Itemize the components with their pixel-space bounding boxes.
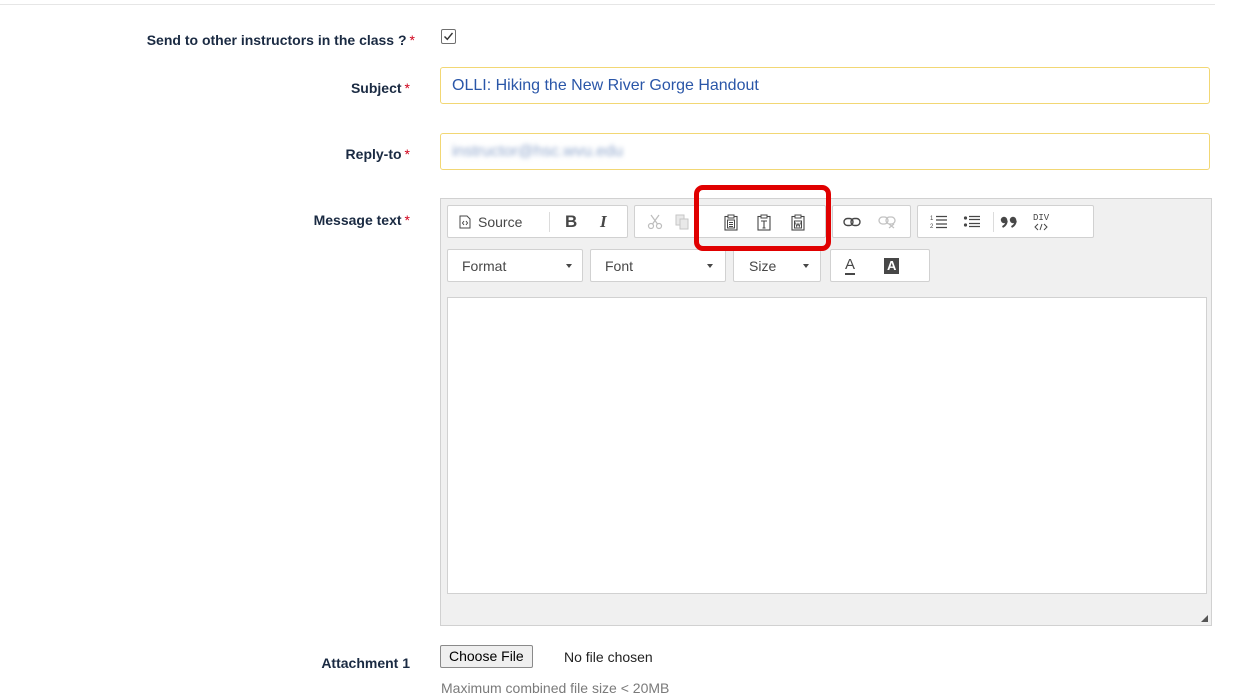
required-mark: * — [404, 80, 410, 96]
link-button[interactable] — [843, 210, 861, 234]
reply-to-label: Reply-to * — [250, 146, 410, 162]
reply-to-label-text: Reply-to — [345, 146, 402, 162]
file-status: No file chosen — [564, 649, 653, 665]
format-dropdown[interactable]: Format — [447, 249, 583, 282]
choose-file-button[interactable]: Choose File — [440, 645, 533, 668]
required-mark: * — [409, 32, 415, 48]
format-label: Format — [462, 258, 507, 274]
numbered-list-button[interactable]: 1 2 — [930, 210, 948, 234]
attachment-label-text: Attachment 1 — [321, 655, 410, 671]
background-color-button[interactable]: A — [884, 254, 903, 278]
text-color-button[interactable]: A — [845, 254, 859, 278]
attachment-label: Attachment 1 — [250, 655, 410, 671]
annotation-highlight-box — [694, 185, 831, 251]
numbered-list-icon: 1 2 — [930, 215, 947, 230]
size-label: Size — [749, 258, 777, 274]
italic-button[interactable]: I — [600, 210, 607, 234]
toolbar-separator — [549, 212, 550, 232]
code-brackets-icon — [1034, 223, 1048, 230]
source-button[interactable]: Source — [458, 210, 522, 234]
copy-icon — [675, 214, 689, 230]
cut-button[interactable] — [647, 210, 663, 234]
bold-button[interactable]: B — [565, 210, 577, 234]
copy-button[interactable] — [675, 210, 689, 234]
bulleted-list-button[interactable] — [963, 210, 981, 234]
svg-text:1: 1 — [930, 216, 934, 222]
font-label: Font — [605, 258, 634, 274]
scissors-icon — [647, 214, 663, 230]
chevron-down-icon — [707, 264, 713, 268]
send-instructors-label-text: Send to other instructors in the class ? — [146, 32, 407, 48]
message-body-editable[interactable] — [447, 297, 1207, 594]
file-size-hint: Maximum combined file size < 20MB — [441, 680, 670, 696]
chevron-down-icon — [803, 264, 809, 268]
div-glyph: DIV — [1033, 212, 1050, 223]
link-icon — [843, 217, 861, 227]
top-divider — [0, 4, 1215, 5]
message-label: Message text * — [250, 212, 410, 228]
bulleted-list-icon — [963, 215, 980, 228]
size-dropdown[interactable]: Size — [733, 249, 821, 282]
resize-handle-icon[interactable] — [1201, 615, 1208, 622]
subject-label: Subject * — [250, 80, 410, 96]
unlink-icon — [878, 216, 896, 229]
rich-text-editor: Source B I 1 2 DIV Format Font Size A A — [440, 198, 1212, 626]
blockquote-button[interactable] — [1000, 210, 1020, 234]
checkmark-icon — [444, 32, 454, 41]
source-label: Source — [478, 214, 523, 230]
toolbar-group-links — [832, 205, 911, 238]
toolbar-separator — [993, 212, 994, 232]
italic-glyph: I — [600, 212, 607, 231]
toolbar-group-basic: Source B I — [447, 205, 628, 238]
source-icon — [459, 215, 471, 229]
background-color-icon: A — [884, 258, 900, 274]
unlink-button[interactable] — [878, 210, 896, 234]
subject-value: OLLI: Hiking the New River Gorge Handout — [452, 77, 759, 94]
reply-to-value: instructor@hsc.wvu.edu — [452, 143, 623, 160]
message-label-text: Message text — [313, 212, 402, 228]
text-color-icon: A — [845, 256, 856, 275]
chevron-down-icon — [566, 264, 572, 268]
font-dropdown[interactable]: Font — [590, 249, 726, 282]
required-mark: * — [404, 146, 410, 162]
reply-to-input[interactable]: instructor@hsc.wvu.edu — [440, 133, 1210, 170]
toolbar-group-blocks: 1 2 DIV — [917, 205, 1094, 238]
svg-text:2: 2 — [930, 224, 934, 230]
subject-input[interactable]: OLLI: Hiking the New River Gorge Handout — [440, 67, 1210, 104]
bold-glyph: B — [565, 212, 578, 231]
quote-icon — [1000, 216, 1017, 228]
subject-label-text: Subject — [350, 80, 402, 96]
div-container-button[interactable]: DIV — [1033, 210, 1049, 234]
required-mark: * — [404, 212, 410, 228]
send-instructors-checkbox[interactable] — [441, 29, 456, 44]
toolbar-group-colors: A A — [830, 249, 930, 282]
send-instructors-label: Send to other instructors in the class ?… — [70, 32, 415, 48]
